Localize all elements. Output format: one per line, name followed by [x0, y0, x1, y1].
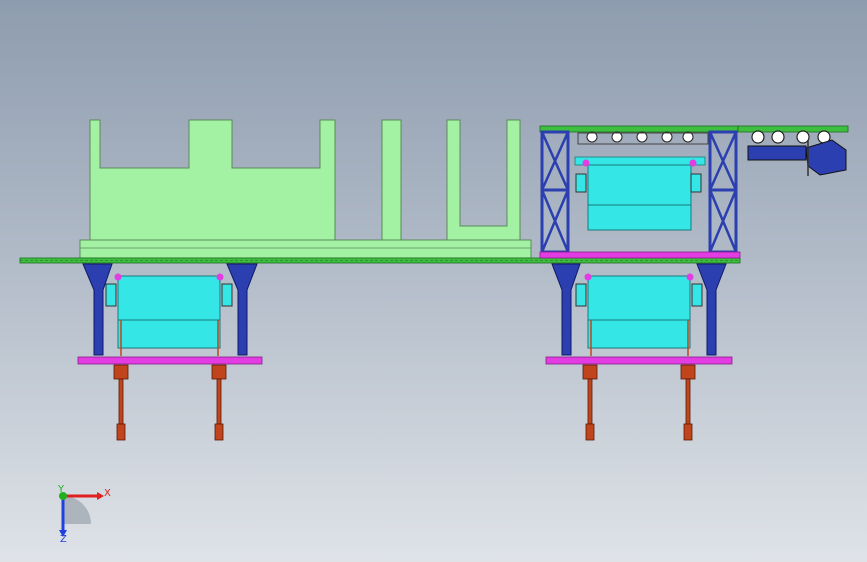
green-superstructure	[79, 119, 532, 259]
z-axis-label: Z	[60, 534, 67, 545]
x-axis-label: X	[104, 488, 111, 499]
y-axis-label: Y	[57, 484, 65, 495]
main-rail	[19, 257, 741, 264]
roller-set	[577, 131, 709, 145]
lower-right-unit	[545, 263, 733, 365]
upper-cabin	[575, 159, 702, 231]
anchor-legs	[113, 364, 696, 441]
axis-triad: X Y Z	[57, 484, 111, 545]
lower-left-unit	[77, 263, 263, 365]
extension-arm	[737, 125, 849, 176]
assembly-drawing: X Y Z	[19, 119, 849, 545]
x-arrow-icon	[97, 492, 104, 500]
cad-viewport[interactable]: X Y Z	[0, 0, 867, 562]
